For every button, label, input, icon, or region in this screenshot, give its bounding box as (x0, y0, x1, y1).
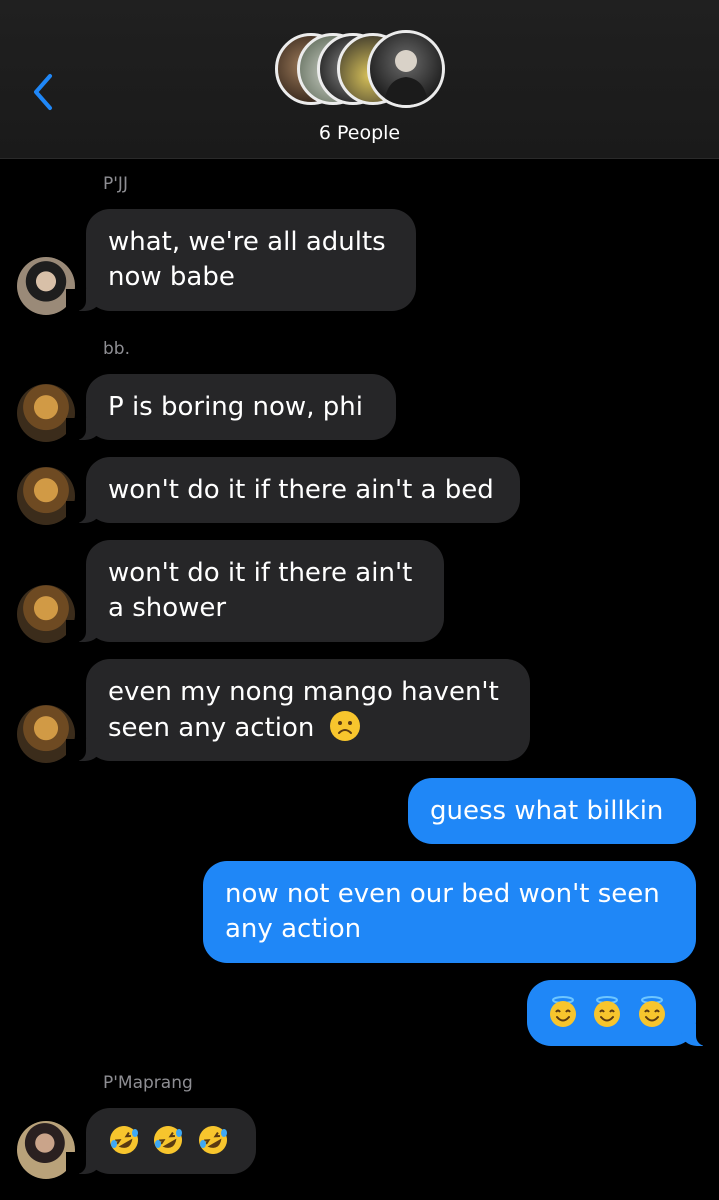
participants-count[interactable]: 6 People (0, 122, 719, 144)
conversation-header: 6 People (0, 0, 719, 159)
smiling-face-with-halo-icon (550, 996, 576, 1027)
message-line: guess what billkin (430, 796, 664, 826)
message-bubble-incoming[interactable]: what, we're all adults now babe (66, 209, 416, 311)
message-bubble-incoming[interactable]: P is boring now, phi (66, 374, 396, 440)
rolling-on-floor-laughing-icon (198, 1126, 227, 1154)
message-line: now babe (108, 262, 235, 292)
participant-avatar (367, 30, 445, 108)
group-avatar-stack[interactable] (275, 30, 445, 111)
rolling-on-floor-laughing-icon (154, 1126, 183, 1154)
message-line: seen any action (108, 710, 508, 746)
message-line: now not even our bed won't seen (225, 879, 660, 909)
sender-name: P'JJ (103, 174, 128, 194)
message-bubble-incoming[interactable] (66, 1108, 256, 1174)
message-line: P is boring now, phi (108, 392, 363, 422)
message-line: what, we're all adults (108, 227, 386, 257)
rolling-on-floor-laughing-icon (110, 1126, 138, 1154)
message-bubble-incoming[interactable]: won't do it if there ain't a shower (66, 540, 444, 642)
message-line: won't do it if there ain't a bed (108, 475, 494, 505)
person-silhouette-icon (384, 50, 428, 105)
back-chevron-icon[interactable] (26, 70, 60, 114)
message-bubble-incoming[interactable]: won't do it if there ain't a bed (66, 457, 520, 523)
message-bubble-incoming[interactable]: even my nong mango haven't seen any acti… (66, 659, 530, 761)
message-line: even my nong mango haven't (108, 677, 499, 707)
sender-name: bb. (103, 339, 130, 359)
message-bubble-outgoing[interactable]: guess what billkin (408, 778, 696, 844)
message-line: a shower (108, 593, 227, 623)
message-line-text: seen any action (108, 713, 315, 743)
message-line: won't do it if there ain't (108, 558, 413, 588)
smiling-face-with-halo-icon (638, 996, 665, 1027)
smiling-face-with-halo-icon (594, 996, 621, 1027)
message-bubble-outgoing[interactable]: now not even our bed won't seen any acti… (203, 861, 696, 963)
message-bubble-outgoing[interactable] (527, 980, 716, 1046)
frowning-face-icon (329, 711, 360, 741)
sender-name: P'Maprang (103, 1073, 193, 1093)
message-line: any action (225, 914, 362, 944)
